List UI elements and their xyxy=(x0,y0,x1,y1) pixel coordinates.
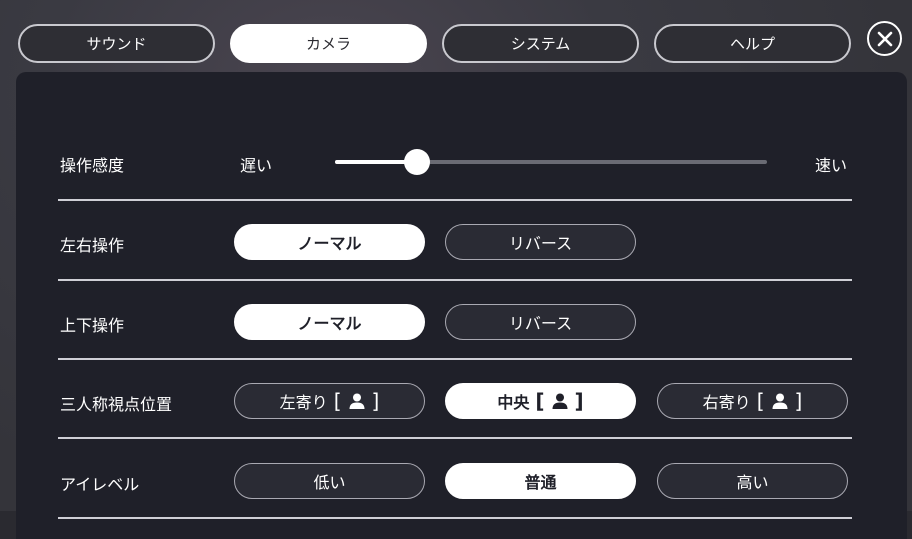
person-icon xyxy=(552,393,567,409)
horizontal-reverse-button[interactable]: リバース xyxy=(445,224,636,260)
vertical-control-label: 上下操作 xyxy=(60,316,125,335)
third-person-center-button[interactable]: 中央 [ ] xyxy=(445,383,636,419)
sensitivity-label: 操作感度 xyxy=(60,156,125,175)
third-person-left-button[interactable]: 左寄り [ ] xyxy=(234,383,425,419)
third-person-left-label: 左寄り xyxy=(279,393,328,412)
eye-level-label: アイレベル xyxy=(60,475,140,494)
bracket-close-icon: ] xyxy=(574,389,584,413)
eye-level-normal-label: 普通 xyxy=(524,473,557,492)
divider xyxy=(58,279,852,281)
person-icon xyxy=(772,393,787,409)
bracket-open-icon: [ xyxy=(756,389,765,413)
divider xyxy=(58,517,852,519)
divider xyxy=(58,437,852,439)
horizontal-normal-label: ノーマル xyxy=(297,234,362,253)
tab-system[interactable]: システム xyxy=(442,24,639,63)
divider xyxy=(58,199,852,201)
bracket-close-icon: ] xyxy=(794,389,803,413)
third-person-right-label: 右寄り xyxy=(702,393,751,412)
tab-camera[interactable]: カメラ xyxy=(230,24,427,63)
tab-system-label: システム xyxy=(510,35,571,53)
third-person-center-label: 中央 xyxy=(497,393,530,412)
close-icon xyxy=(877,31,892,46)
divider xyxy=(58,358,852,360)
tab-help[interactable]: ヘルプ xyxy=(654,24,851,63)
vertical-normal-label: ノーマル xyxy=(297,314,362,333)
close-button[interactable] xyxy=(867,21,902,56)
tab-sound-label: サウンド xyxy=(86,35,147,53)
vertical-reverse-button[interactable]: リバース xyxy=(445,304,636,340)
horizontal-normal-button[interactable]: ノーマル xyxy=(234,224,425,260)
slider-min-label: 遅い xyxy=(240,156,273,175)
eye-level-low-button[interactable]: 低い xyxy=(234,463,425,499)
bracket-close-icon: ] xyxy=(371,389,380,413)
eye-level-high-label: 高い xyxy=(736,473,769,492)
tab-camera-label: カメラ xyxy=(305,35,351,53)
person-icon xyxy=(349,393,364,409)
tab-help-label: ヘルプ xyxy=(729,35,775,53)
third-person-position-label: 三人称視点位置 xyxy=(60,395,173,414)
bracket-open-icon: [ xyxy=(333,389,342,413)
vertical-reverse-label: リバース xyxy=(508,314,573,333)
third-person-right-button[interactable]: 右寄り [ ] xyxy=(657,383,848,419)
horizontal-control-label: 左右操作 xyxy=(60,236,125,255)
sensitivity-slider-thumb[interactable] xyxy=(404,149,431,175)
eye-level-normal-button[interactable]: 普通 xyxy=(445,463,636,499)
vertical-normal-button[interactable]: ノーマル xyxy=(234,304,425,340)
horizontal-reverse-label: リバース xyxy=(508,234,573,253)
tab-sound[interactable]: サウンド xyxy=(18,24,215,63)
eye-level-high-button[interactable]: 高い xyxy=(657,463,848,499)
bracket-open-icon: [ xyxy=(535,389,545,413)
slider-max-label: 速い xyxy=(815,156,848,175)
eye-level-low-label: 低い xyxy=(313,473,346,492)
